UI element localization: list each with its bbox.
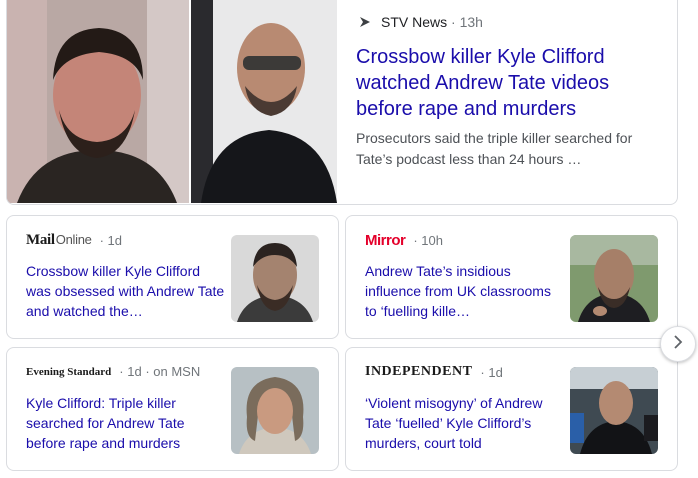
story-headline[interactable]: ‘Violent misogyny’ of Andrew Tate ‘fuell… xyxy=(365,393,565,453)
stv-logo-icon xyxy=(357,14,373,30)
story-card[interactable]: MailOnline · 1d Crossbow killer Kyle Cli… xyxy=(6,215,339,339)
mirror-logo: Mirror xyxy=(365,232,406,249)
story-via: on MSN xyxy=(153,364,201,379)
top-story-headline[interactable]: Crossbow killer Kyle Clifford watched An… xyxy=(356,44,656,122)
story-thumbnail[interactable] xyxy=(231,367,319,454)
story-headline[interactable]: Kyle Clifford: Triple killer searched fo… xyxy=(26,393,226,453)
story-card[interactable]: Evening Standard · 1d · on MSN Kyle Clif… xyxy=(6,347,339,471)
story-source: INDEPENDENT · 1d xyxy=(365,364,503,380)
story-image-tate[interactable] xyxy=(191,0,337,203)
independent-logo: INDEPENDENT xyxy=(365,364,473,379)
top-story-source: STV News · 13h xyxy=(357,14,483,30)
story-age: 1d xyxy=(107,233,122,248)
story-source: Evening Standard · 1d · on MSN xyxy=(26,364,201,379)
source-name: STV News xyxy=(381,14,448,30)
evening-standard-logo: Evening Standard xyxy=(26,365,112,378)
top-story-card[interactable]: STV News · 13h Crossbow killer Kyle Clif… xyxy=(6,0,678,205)
story-source: Mirror · 10h xyxy=(365,232,443,249)
story-age: 10h xyxy=(421,233,443,248)
story-source: MailOnline · 1d xyxy=(26,232,122,248)
next-button[interactable] xyxy=(660,326,696,362)
top-story-snippet: Prosecutors said the triple killer searc… xyxy=(356,130,633,167)
story-headline[interactable]: Andrew Tate’s insidious influence from U… xyxy=(365,261,565,321)
story-thumbnail[interactable] xyxy=(570,235,658,322)
story-image-clifford[interactable] xyxy=(7,0,189,203)
story-card[interactable]: INDEPENDENT · 1d ‘Violent misogyny’ of A… xyxy=(345,347,678,471)
chevron-right-icon xyxy=(671,334,685,354)
story-thumbnail[interactable] xyxy=(231,235,319,322)
story-age: 1d xyxy=(127,364,142,379)
story-age: 13h xyxy=(459,14,483,30)
story-age: 1d xyxy=(488,364,503,380)
story-card[interactable]: Mirror · 10h Andrew Tate’s insidious inf… xyxy=(345,215,678,339)
mail-online-logo: MailOnline xyxy=(26,232,92,248)
story-thumbnail[interactable] xyxy=(570,367,658,454)
story-headline[interactable]: Crossbow killer Kyle Clifford was obsess… xyxy=(26,261,226,321)
